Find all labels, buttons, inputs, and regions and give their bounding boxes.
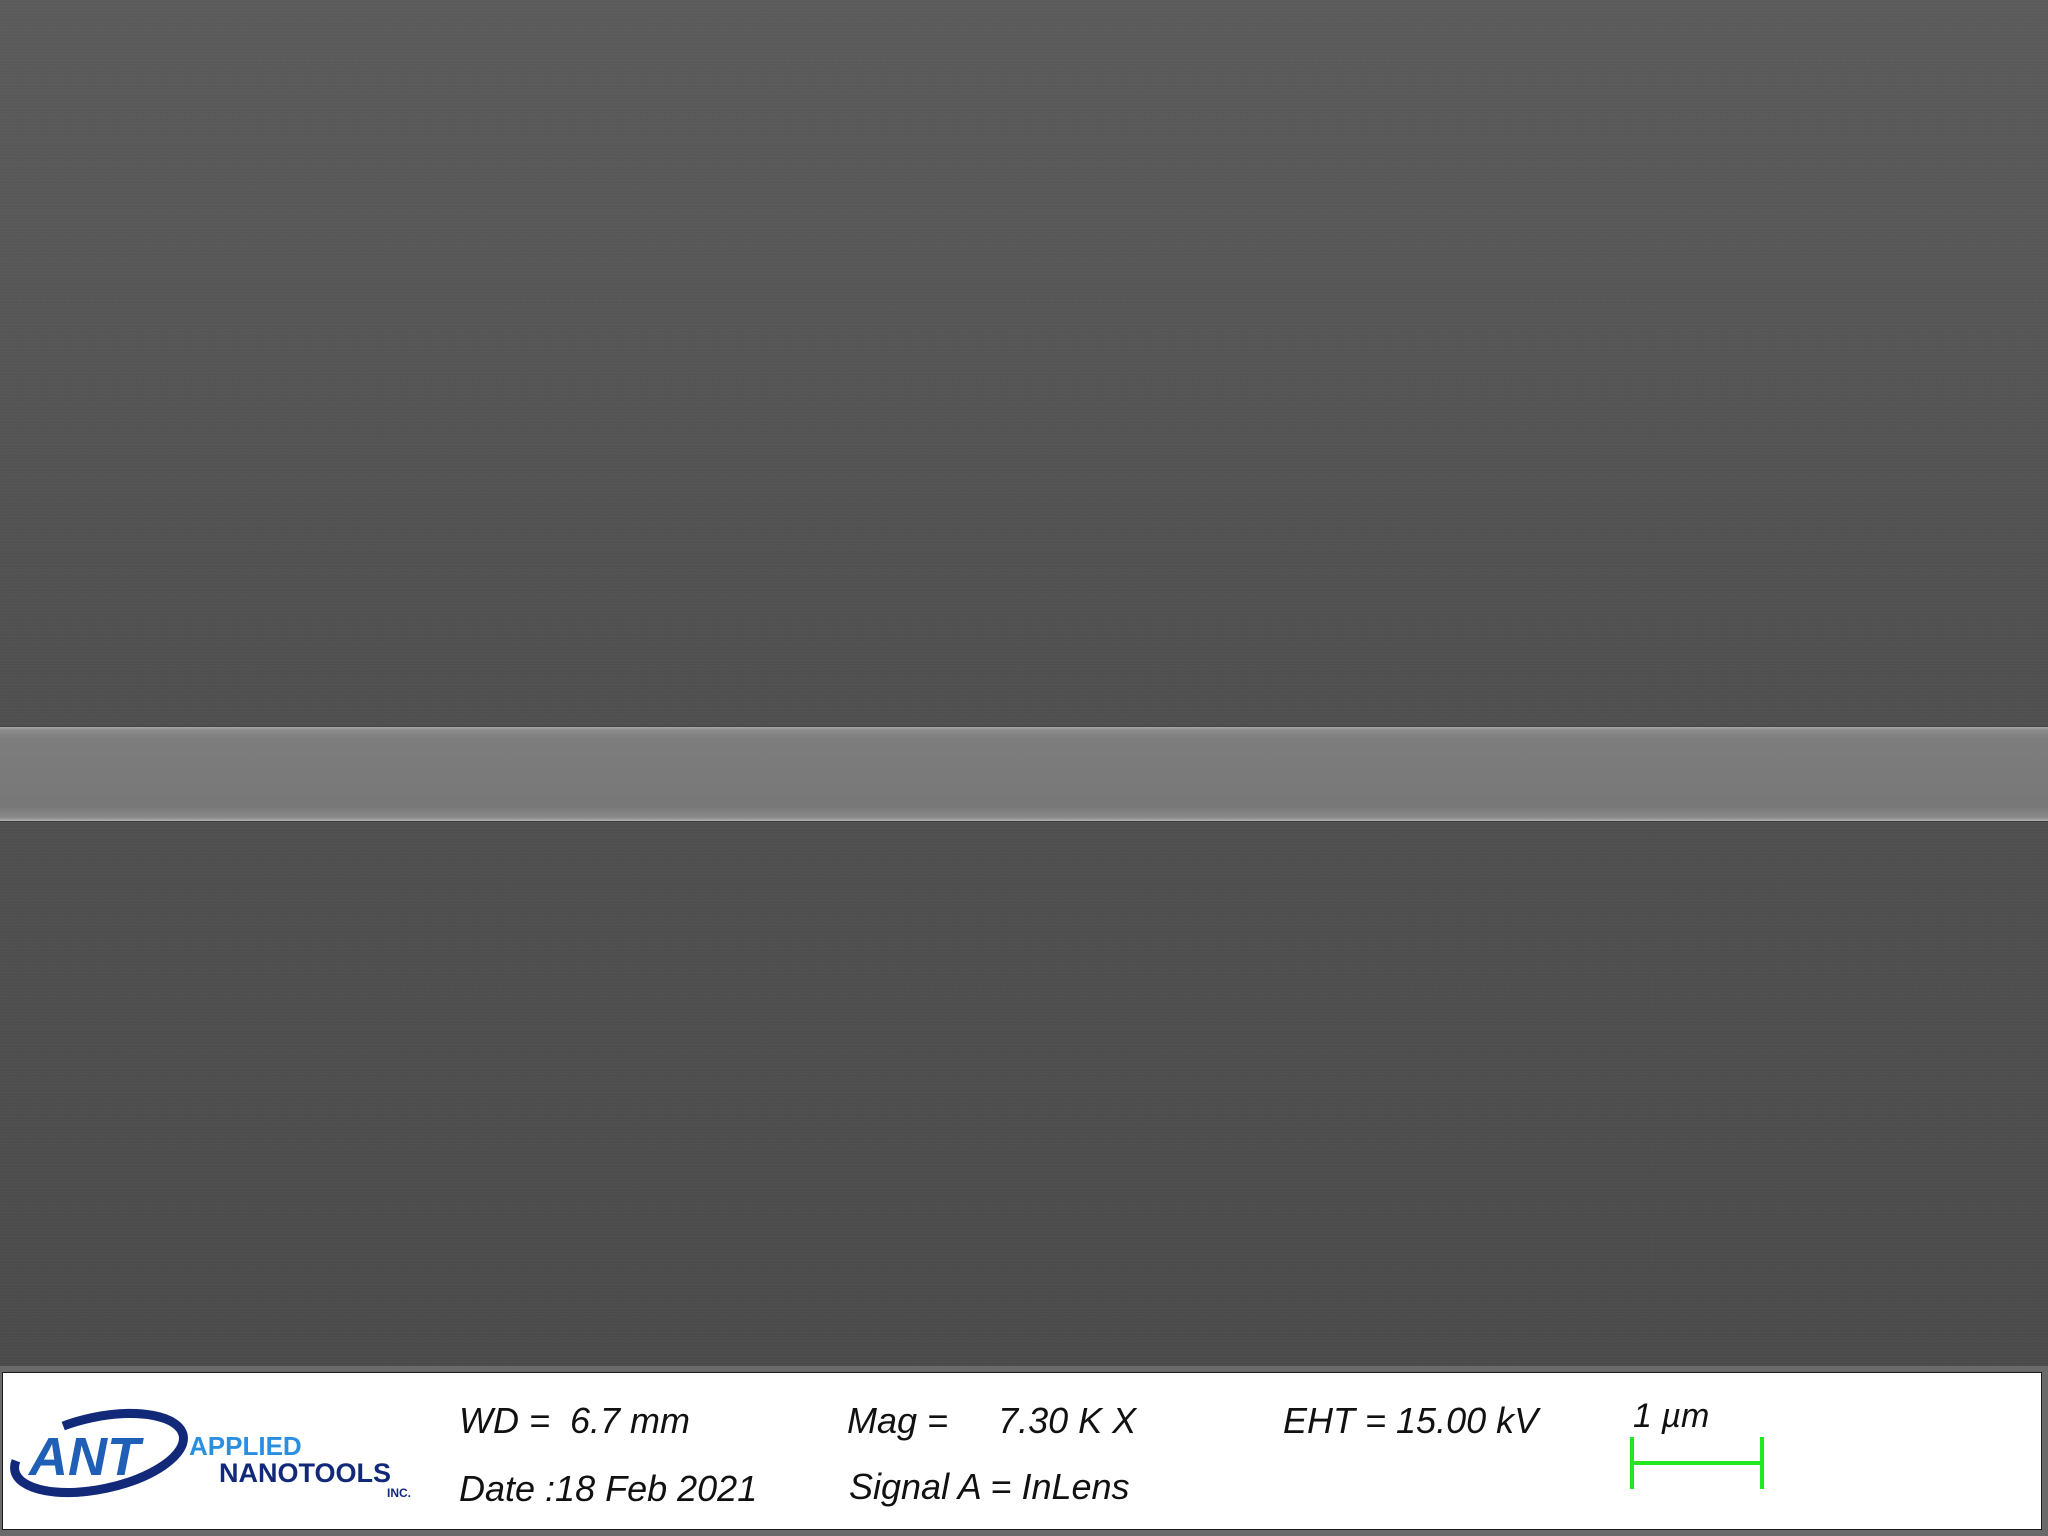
- accelerating-voltage: EHT = 15.00 kV: [1283, 1400, 1539, 1441]
- scale-bar: [1630, 1437, 1764, 1489]
- signal-detector: Signal A = InLens: [849, 1466, 1130, 1507]
- logo-mark: ANT: [27, 1427, 144, 1487]
- info-bar: ANT APPLIED NANOTOOLS INC. WD = 6.7 mm D…: [0, 1366, 2048, 1536]
- applied-nanotools-logo: ANT APPLIED NANOTOOLS INC.: [10, 1409, 411, 1500]
- info-panel: ANT APPLIED NANOTOOLS INC. WD = 6.7 mm D…: [2, 1372, 2042, 1530]
- scale-bar-label: 1 µm: [1633, 1397, 1710, 1435]
- logo-suffix-inc: INC.: [387, 1486, 411, 1500]
- sem-image-area: [0, 0, 2048, 1366]
- sem-micrograph-frame: ANT APPLIED NANOTOOLS INC. WD = 6.7 mm D…: [0, 0, 2048, 1536]
- magnification: Mag = 7.30 K X: [847, 1400, 1137, 1441]
- image-texture: [0, 0, 2048, 1366]
- working-distance: WD = 6.7 mm: [459, 1400, 691, 1441]
- logo-line-applied: APPLIED: [189, 1431, 302, 1461]
- logo-line-nanotools: NANOTOOLS: [219, 1458, 391, 1488]
- acquisition-date: Date :18 Feb 2021: [459, 1468, 758, 1509]
- waveguide-strip: [0, 727, 2048, 821]
